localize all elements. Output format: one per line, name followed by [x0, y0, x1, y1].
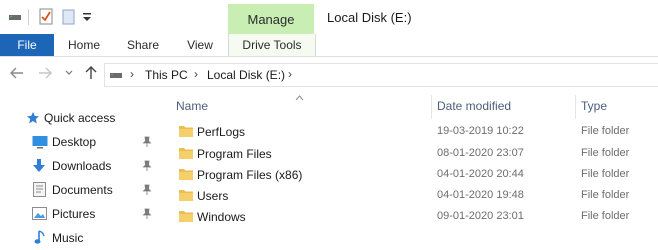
file-name: PerfLogs [197, 125, 246, 139]
table-row[interactable]: Program Files (x86) 04-01-2020 20:44 Fil… [160, 164, 658, 186]
folder-icon [179, 125, 193, 137]
manage-context-tab[interactable]: Manage [228, 4, 314, 34]
date-modified: 08-01-2020 23:07 [437, 147, 524, 159]
column-header-name[interactable]: Name [176, 95, 208, 117]
nav-quick-access[interactable]: Quick access [0, 106, 160, 130]
nav-item-pictures[interactable]: Pictures [0, 202, 160, 226]
breadcrumb-chevron-icon[interactable]: › [288, 67, 292, 81]
table-row[interactable]: Windows 09-01-2020 23:01 File folder [160, 206, 658, 228]
nav-label: Pictures [52, 207, 96, 221]
window-title: Local Disk (E:) [327, 10, 412, 25]
desktop-icon [32, 135, 48, 152]
file-type: File folder [581, 210, 630, 222]
column-header-date[interactable]: Date modified [437, 95, 511, 117]
nav-item-downloads[interactable]: Downloads [0, 154, 160, 178]
drive-icon [109, 68, 123, 85]
breadcrumb-this-pc[interactable]: This PC [145, 68, 188, 82]
pin-icon[interactable] [142, 184, 152, 196]
qat-separator [28, 9, 29, 25]
up-arrow-icon[interactable] [82, 64, 100, 82]
nav-label: Downloads [52, 159, 112, 173]
tab-file[interactable]: File [0, 34, 54, 56]
file-name: Program Files (x86) [197, 168, 303, 182]
file-type: File folder [581, 147, 630, 159]
file-name: Windows [197, 210, 246, 224]
file-type: File folder [581, 125, 630, 137]
nav-label: Music [52, 231, 84, 245]
column-header-type[interactable]: Type [581, 95, 607, 117]
pictures-icon [32, 207, 47, 223]
address-bar[interactable]: › This PC › Local Disk (E:) › [104, 63, 658, 87]
tab-drive-tools[interactable]: Drive Tools [228, 34, 316, 56]
breadcrumb-chevron-icon[interactable]: › [130, 67, 134, 81]
folder-icon [179, 168, 193, 180]
music-icon [34, 230, 46, 248]
nav-label: Documents [52, 183, 113, 197]
file-type: File folder [581, 189, 630, 201]
nav-item-documents[interactable]: Documents [0, 178, 160, 202]
tab-home[interactable]: Home [54, 34, 114, 56]
file-name: Users [197, 189, 229, 203]
pin-icon[interactable] [142, 208, 152, 220]
folder-icon [179, 210, 193, 222]
title-bar: Manage Local Disk (E:) [0, 0, 658, 34]
tab-view[interactable]: View [172, 34, 228, 56]
nav-item-desktop[interactable]: Desktop [0, 130, 160, 154]
back-arrow-icon[interactable] [8, 64, 26, 82]
nav-label: Desktop [52, 135, 97, 149]
folder-icon [179, 189, 193, 201]
file-name: Program Files [197, 147, 272, 161]
forward-arrow-icon[interactable] [36, 64, 54, 82]
navigation-pane: Quick access Desktop Downloads Documents… [0, 91, 160, 249]
star-icon [26, 111, 40, 128]
date-modified: 19-03-2019 10:22 [437, 125, 524, 137]
column-divider[interactable] [431, 95, 432, 119]
tab-share[interactable]: Share [114, 34, 172, 56]
breadcrumb-chevron-icon[interactable]: › [194, 67, 198, 81]
ribbon-tabs: File Home Share View Drive Tools [0, 34, 658, 57]
download-icon [32, 158, 46, 176]
customize-qat-icon[interactable] [82, 8, 92, 26]
pin-icon[interactable] [142, 136, 152, 148]
documents-icon [33, 182, 46, 200]
drive-icon[interactable] [8, 8, 22, 26]
date-modified: 09-01-2020 23:01 [437, 210, 524, 222]
recent-locations-chevron-icon[interactable] [60, 64, 78, 82]
manage-label: Manage [247, 11, 295, 27]
breadcrumb-local-disk[interactable]: Local Disk (E:) [207, 68, 285, 82]
properties-icon[interactable] [38, 8, 54, 26]
new-folder-icon[interactable] [62, 8, 76, 26]
navigation-bar: › This PC › Local Disk (E:) › [0, 57, 658, 91]
file-type: File folder [581, 168, 630, 180]
table-row[interactable]: Users 04-01-2020 19:48 File folder [160, 185, 658, 207]
table-row[interactable]: Program Files 08-01-2020 23:07 File fold… [160, 143, 658, 165]
date-modified: 04-01-2020 20:44 [437, 168, 524, 180]
pin-icon[interactable] [142, 160, 152, 172]
nav-item-music[interactable]: Music [0, 226, 160, 250]
date-modified: 04-01-2020 19:48 [437, 189, 524, 201]
table-row[interactable]: PerfLogs 19-03-2019 10:22 File folder [160, 121, 658, 143]
column-divider[interactable] [575, 95, 576, 119]
folder-icon [179, 147, 193, 159]
file-list: Name Date modified Type PerfLogs 19-03-2… [160, 91, 658, 249]
nav-label: Quick access [44, 111, 116, 125]
sort-chevron-up-icon [295, 90, 304, 104]
